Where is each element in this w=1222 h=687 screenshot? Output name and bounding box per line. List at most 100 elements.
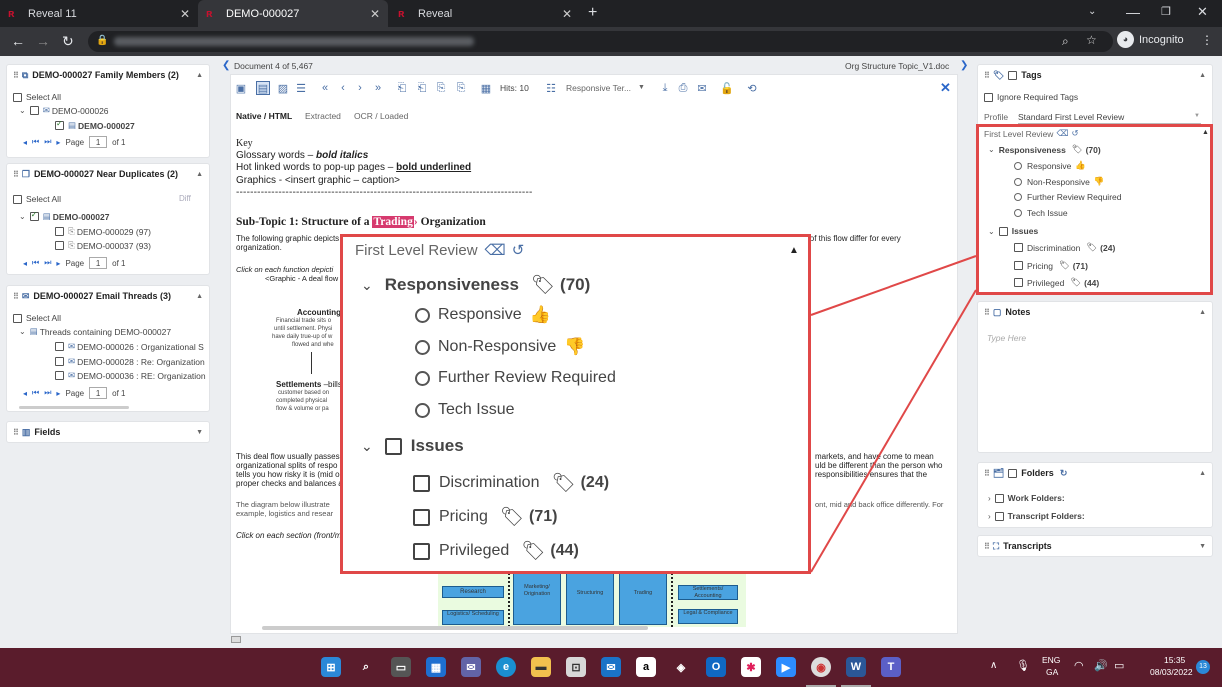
tag-count: (70) xyxy=(560,275,591,294)
battery-icon[interactable]: ▭ xyxy=(1114,659,1124,672)
tray-chevron-icon[interactable]: ∧ xyxy=(990,660,997,671)
checkbox[interactable] xyxy=(413,474,430,492)
drag-handle-icon[interactable]: ⠿ xyxy=(984,469,990,478)
drag-handle-icon[interactable]: ⠿ xyxy=(984,542,990,551)
chevron-right-icon[interactable]: › xyxy=(988,512,991,521)
tag-count-icon: 🏷 xyxy=(530,275,556,296)
thumbs-up-icon: 👍 xyxy=(529,305,551,324)
tag-count-icon: 🏷 xyxy=(551,473,576,494)
windows-taskbar: ⊞ ⌕ ▭ ▦ ✉ e ▬ ⊡ ✉ a ◈ O ✱ ▶ ◉ W T ∧ 🎙 EN… xyxy=(0,648,1222,687)
connector-line xyxy=(810,289,977,573)
option-label: Discrimination xyxy=(439,474,540,491)
keyboard-layout[interactable]: GA xyxy=(1046,667,1058,677)
edge-icon[interactable]: e xyxy=(496,657,516,677)
chat-icon[interactable]: ✉ xyxy=(461,657,481,677)
option-label: Tech Issue xyxy=(438,401,515,418)
checkbox[interactable] xyxy=(413,542,430,560)
radio[interactable] xyxy=(415,370,430,386)
responsiveness-group[interactable]: ⌄ Responsiveness 🏷 (70) xyxy=(361,273,590,297)
collapse-caret-icon[interactable]: ▲ xyxy=(1199,309,1206,316)
refresh-icon[interactable]: ↻ xyxy=(1060,468,1068,479)
collapse-caret-icon[interactable]: ▲ xyxy=(1199,470,1206,477)
note-icon: ▢ xyxy=(992,306,1002,317)
panel-title: Folders xyxy=(1021,468,1054,478)
clock-date[interactable]: 08/03/2022 xyxy=(1150,667,1193,677)
tag-count-icon: 🏷 xyxy=(521,541,546,562)
mail-icon[interactable]: ✉ xyxy=(601,657,621,677)
chevron-down-icon[interactable]: ⌄ xyxy=(361,277,373,294)
dropbox-icon[interactable]: ◈ xyxy=(671,657,691,677)
panel-title: Transcripts xyxy=(1003,541,1052,551)
thumbs-down-icon: 👎 xyxy=(564,337,586,356)
notes-input[interactable]: Type Here xyxy=(987,333,1026,343)
option-label: Pricing xyxy=(439,508,488,525)
slack-icon[interactable]: ✱ xyxy=(741,657,761,677)
folder-label: Transcript Folders: xyxy=(1007,511,1085,521)
undo-icon[interactable]: ↺ xyxy=(512,241,525,259)
checkbox[interactable] xyxy=(994,493,1004,503)
panel-title: Notes xyxy=(1005,307,1031,317)
folders-panel: ⠿ 🗂 Folders ↻ ▲ › Work Folders: › Transcri… xyxy=(977,462,1213,528)
windows-start-icon[interactable]: ⊞ xyxy=(321,657,341,677)
teams-icon[interactable]: T xyxy=(881,657,901,677)
notification-badge[interactable]: 13 xyxy=(1196,660,1210,674)
outlook-icon[interactable]: O xyxy=(706,657,726,677)
checkbox[interactable] xyxy=(994,511,1004,521)
clock-time[interactable]: 15:35 xyxy=(1164,655,1185,665)
panel-header: ⠿ ⛶ Transcripts ▼ xyxy=(978,536,1212,556)
option-label: Responsive xyxy=(438,306,522,323)
expand-caret-icon[interactable]: ▼ xyxy=(1199,543,1206,550)
issues-group[interactable]: ⌄ Issues xyxy=(361,436,464,456)
radio-responsive[interactable]: Responsive 👍 xyxy=(415,305,551,325)
checkbox[interactable] xyxy=(413,508,430,526)
panel-header: ⠿ 🗂 Folders ↻ ▲ xyxy=(978,463,1212,483)
store-icon[interactable]: ⊡ xyxy=(566,657,586,677)
language-indicator[interactable]: ENG xyxy=(1042,655,1060,665)
tag-count-icon: 🏷 xyxy=(499,507,525,528)
tag-count: (24) xyxy=(580,474,610,491)
chevron-right-icon[interactable]: › xyxy=(988,494,991,503)
file-explorer-icon[interactable]: ▬ xyxy=(531,657,551,677)
option-label: Privileged xyxy=(439,542,510,559)
task-view-icon[interactable]: ▭ xyxy=(391,657,411,677)
transcript-icon: ⛶ xyxy=(992,540,1000,551)
amazon-icon[interactable]: a xyxy=(636,657,656,677)
tag-count: (44) xyxy=(550,542,579,559)
radio-tech-issue[interactable]: Tech Issue xyxy=(415,401,514,419)
search-icon[interactable]: ⌕ xyxy=(356,657,376,677)
volume-icon[interactable]: 🔊 xyxy=(1094,659,1108,672)
transcripts-panel[interactable]: ⠿ ⛶ Transcripts ▼ xyxy=(977,535,1213,557)
issue-privileged[interactable]: Privileged 🏷 (44) xyxy=(413,539,579,563)
chevron-down-icon[interactable]: ⌄ xyxy=(361,438,373,455)
wifi-icon[interactable]: ◠ xyxy=(1074,659,1084,672)
folder-label: Work Folders: xyxy=(1007,493,1065,503)
radio[interactable] xyxy=(415,402,430,418)
radio[interactable] xyxy=(415,339,430,355)
folder-icon: 🗂 xyxy=(992,467,1005,478)
issue-pricing[interactable]: Pricing 🏷 (71) xyxy=(413,505,557,529)
collapse-caret-icon[interactable]: ▲ xyxy=(789,245,799,256)
work-folders[interactable]: › Work Folders: xyxy=(988,493,1065,503)
widgets-icon[interactable]: ▦ xyxy=(426,657,446,677)
radio-further-review[interactable]: Further Review Required xyxy=(415,369,616,387)
checkbox[interactable] xyxy=(384,437,402,455)
review-title-row: First Level Review ⌫ ↺ xyxy=(355,241,525,260)
zoom-icon[interactable]: ▶ xyxy=(776,657,796,677)
checkbox[interactable] xyxy=(1008,468,1018,478)
group-label: Issues xyxy=(410,436,464,455)
microphone-icon[interactable]: 🎙 xyxy=(1016,659,1030,672)
issue-discrimination[interactable]: Discrimination 🏷 (24) xyxy=(413,471,609,495)
word-icon[interactable]: W xyxy=(846,657,866,677)
option-label: Non-Responsive xyxy=(438,338,557,355)
clear-eraser-icon[interactable]: ⌫ xyxy=(485,241,506,259)
radio-non-responsive[interactable]: Non-Responsive 👎 xyxy=(415,337,585,357)
tag-count: (71) xyxy=(529,508,558,525)
panel-header: ⠿ ▢ Notes ▲ xyxy=(978,302,1212,322)
chrome-icon[interactable]: ◉ xyxy=(811,657,831,677)
drag-handle-icon[interactable]: ⠿ xyxy=(984,308,990,317)
transcript-folders[interactable]: › Transcript Folders: xyxy=(988,511,1085,521)
connector-line xyxy=(810,255,977,316)
notes-panel: ⠿ ▢ Notes ▲ Type Here xyxy=(977,301,1213,453)
radio[interactable] xyxy=(415,307,430,323)
option-label: Further Review Required xyxy=(438,369,616,386)
